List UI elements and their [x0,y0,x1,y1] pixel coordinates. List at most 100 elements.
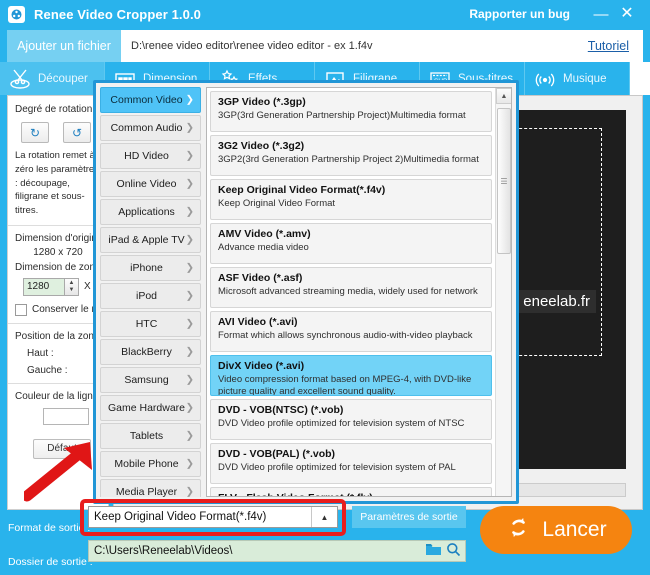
close-button[interactable]: ✕ [614,6,640,22]
format-item[interactable]: AMV Video (*.amv) Advance media video [210,223,492,264]
format-title: DVD - VOB(NTSC) (*.vob) [218,404,344,416]
report-bug-link[interactable]: Rapporter un bug [469,7,570,21]
keep-ratio-checkbox-row[interactable]: Conserver le rapport [15,303,108,316]
line-color-swatch[interactable] [43,407,89,425]
category-media-player[interactable]: Media Player ❯ [100,479,201,497]
chevron-right-icon: ❯ [185,234,194,246]
category-blackberry[interactable]: BlackBerry ❯ [100,339,201,365]
start-button[interactable]: Lancer [480,506,632,554]
category-label: BlackBerry [121,346,172,358]
category-ipad-apple-tv[interactable]: iPad & Apple TV ❯ [100,227,201,253]
format-item[interactable]: Keep Original Video Format(*.f4v) Keep O… [210,179,492,220]
magnifier-icon[interactable] [446,542,461,560]
category-online-video[interactable]: Online Video ❯ [100,171,201,197]
default-button[interactable]: Défaut [33,438,91,459]
category-common-audio[interactable]: Common Audio ❯ [100,115,201,141]
category-mobile-phone[interactable]: Mobile Phone ❯ [100,451,201,477]
folder-icon[interactable] [425,542,442,560]
triangle-up-icon[interactable]: ▲ [311,507,337,527]
width-stepper[interactable]: 1280 ▲ ▼ X [23,277,101,296]
category-tablets[interactable]: Tablets ❯ [100,423,201,449]
format-description: Microsoft advanced streaming media, wide… [218,286,478,297]
format-item[interactable]: 3G2 Video (*.3g2) 3GP2(3rd Generation Pa… [210,135,492,176]
format-description: DVD Video profile optimized for televisi… [218,462,456,473]
film-reel-icon [8,5,25,23]
category-iphone[interactable]: iPhone ❯ [100,255,201,281]
rotation-label: Degré de rotation [15,104,93,115]
format-description: DVD Video profile optimized for televisi… [218,418,465,429]
format-list: 3GP Video (*.3gp) 3GP(3rd Generation Par… [207,88,495,496]
category-label: Game Hardware [107,402,186,414]
tab-decouper[interactable]: Découper [0,62,105,95]
category-label: Online Video [116,178,177,190]
tab-musique[interactable]: Musique [525,62,630,95]
format-description: Keep Original Video Format [218,198,336,209]
keep-ratio-checkbox[interactable] [15,303,27,316]
start-button-label: Lancer [542,518,607,541]
triangle-up-icon[interactable]: ▲ [496,88,511,104]
category-label: iPhone [130,262,163,274]
chevron-right-icon: ❯ [185,94,194,106]
category-label: HTC [135,318,158,330]
tutorial-link[interactable]: Tutoriel [588,39,629,53]
category-label: Mobile Phone [114,458,179,470]
line-color-label: Couleur de la ligne : [15,390,104,402]
format-item[interactable]: ASF Video (*.asf) Microsoft advanced str… [210,267,492,308]
format-title: DivX Video (*.avi) [218,360,305,372]
category-label: iPad & Apple TV [108,234,185,246]
format-item[interactable]: 3GP Video (*.3gp) 3GP(3rd Generation Par… [210,91,492,132]
chevron-right-icon: ❯ [185,150,194,162]
category-samsung[interactable]: Samsung ❯ [100,367,201,393]
chevron-right-icon: ❯ [185,318,194,330]
category-common-video[interactable]: Common Video ❯ [100,87,201,113]
output-folder-field[interactable]: C:\Users\Reneelab\Videos\ [88,540,466,562]
category-hd-video[interactable]: HD Video ❯ [100,143,201,169]
category-htc[interactable]: HTC ❯ [100,311,201,337]
dimension-separator: X [84,281,91,293]
minimize-button[interactable]: — [588,7,614,22]
chevron-right-icon: ❯ [185,206,194,218]
watermark-overlay: eneelab.fr [517,290,596,313]
category-label: HD Video [124,150,169,162]
output-folder-label: Dossier de sortie : [8,556,93,568]
category-label: Tablets [129,430,164,442]
file-bar: Ajouter un fichier D:\renee video editor… [7,30,643,62]
format-description: 3GP2(3rd Generation Partnership Project … [218,154,479,165]
format-list-scrollbar[interactable]: ▲ ☰ ▼ [495,88,511,496]
category-label: Media Player [115,486,178,497]
chevron-right-icon: ❯ [185,262,194,274]
format-title: AVI Video (*.avi) [218,316,298,328]
format-item[interactable]: FLV - Flash Video Format (*.flv) Widely … [210,487,492,496]
output-params-button[interactable]: Paramètres de sortie [352,506,466,528]
format-item-selected[interactable]: DivX Video (*.avi) Video compression for… [210,355,492,396]
category-applications[interactable]: Applications ❯ [100,199,201,225]
rotate-clockwise-icon[interactable]: ↻ [21,122,49,143]
format-item[interactable]: AVI Video (*.avi) Format which allows sy… [210,311,492,352]
scrollbar-thumb[interactable]: ☰ [497,108,511,254]
chevron-right-icon: ❯ [185,402,194,414]
audio-wave-icon [532,68,558,90]
width-input[interactable]: 1280 [23,277,65,296]
scissors-icon [7,68,33,90]
chevron-right-icon: ❯ [185,178,194,190]
rotate-counterclockwise-icon[interactable]: ↺ [63,122,91,143]
format-title: 3G2 Video (*.3g2) [218,140,305,152]
format-title: ASF Video (*.asf) [218,272,303,284]
tab-label: Musique [563,72,607,85]
category-ipod[interactable]: iPod ❯ [100,283,201,309]
format-category-list: Common Video ❯ Common Audio ❯ HD Video ❯… [100,87,201,497]
chevron-right-icon: ❯ [185,458,194,470]
original-dimension-label: Dimension d'origine : [15,232,109,244]
add-file-button[interactable]: Ajouter un fichier [7,30,121,62]
category-game-hardware[interactable]: Game Hardware ❯ [100,395,201,421]
refresh-circular-icon [505,514,532,546]
chevron-right-icon: ❯ [185,122,194,134]
format-title: Keep Original Video Format(*.f4v) [218,184,386,196]
output-format-combo[interactable]: Keep Original Video Format(*.f4v) ▲ [88,506,338,528]
format-item[interactable]: DVD - VOB(PAL) (*.vob) DVD Video profile… [210,443,492,484]
format-item[interactable]: DVD - VOB(NTSC) (*.vob) DVD Video profil… [210,399,492,440]
rotation-note: La rotation remet à zéro les paramètres … [15,150,99,217]
width-spin-arrows[interactable]: ▲ ▼ [65,277,79,296]
title-bar-actions: Rapporter un bug — ✕ [469,6,650,22]
format-title: 3GP Video (*.3gp) [218,96,306,108]
